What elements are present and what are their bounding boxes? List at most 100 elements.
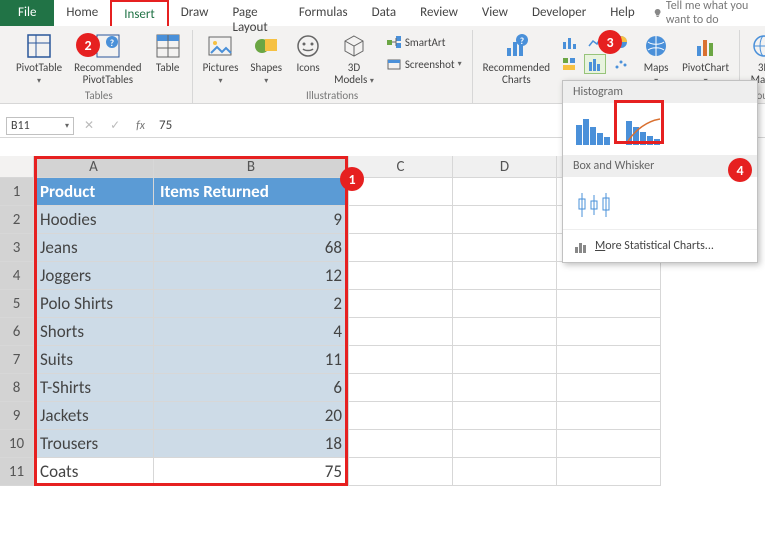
smartart-button[interactable]: SmartArt <box>382 32 466 52</box>
table-button[interactable]: Table <box>150 30 186 76</box>
col-header-d[interactable]: D <box>453 156 557 178</box>
row-header[interactable]: 3 <box>0 234 34 262</box>
tab-developer[interactable]: Developer <box>520 0 598 26</box>
row-header[interactable]: 6 <box>0 318 34 346</box>
tab-data[interactable]: Data <box>360 0 409 26</box>
tab-review[interactable]: Review <box>408 0 470 26</box>
column-chart-button[interactable] <box>558 32 580 52</box>
cell[interactable]: 6 <box>154 374 349 402</box>
cell[interactable] <box>349 318 453 346</box>
cell[interactable]: Coats <box>34 458 154 486</box>
cell[interactable] <box>349 402 453 430</box>
cell[interactable] <box>349 346 453 374</box>
cell[interactable] <box>557 262 661 290</box>
cell[interactable]: Shorts <box>34 318 154 346</box>
col-header-a[interactable]: A <box>34 156 154 178</box>
tab-draw[interactable]: Draw <box>169 0 221 26</box>
cell[interactable] <box>557 318 661 346</box>
cell[interactable]: 12 <box>154 262 349 290</box>
histogram-option[interactable] <box>573 111 615 147</box>
row-header[interactable]: 7 <box>0 346 34 374</box>
cell[interactable] <box>453 206 557 234</box>
row-header[interactable]: 2 <box>0 206 34 234</box>
cell[interactable] <box>349 234 453 262</box>
cell[interactable] <box>453 290 557 318</box>
cell[interactable] <box>557 290 661 318</box>
cell[interactable]: Polo Shirts <box>34 290 154 318</box>
cell[interactable]: 2 <box>154 290 349 318</box>
cell[interactable] <box>349 430 453 458</box>
3d-models-button[interactable]: 3D Models ▾ <box>330 30 378 89</box>
tab-page-layout[interactable]: Page Layout <box>220 0 286 26</box>
cell[interactable]: 9 <box>154 206 349 234</box>
more-statistical-charts[interactable]: More Statistical Charts... <box>563 229 757 262</box>
row-header[interactable]: 4 <box>0 262 34 290</box>
cell[interactable] <box>453 458 557 486</box>
icons-button[interactable]: Icons <box>290 30 326 76</box>
recommended-pivottables-button[interactable]: ? Recommended PivotTables <box>70 30 145 88</box>
cell[interactable]: 4 <box>154 318 349 346</box>
cell[interactable] <box>453 430 557 458</box>
cell[interactable]: Joggers <box>34 262 154 290</box>
cell[interactable] <box>349 290 453 318</box>
pivottable-button[interactable]: PivotTable▾ <box>12 30 66 89</box>
statistic-chart-button[interactable] <box>584 54 606 74</box>
cell[interactable] <box>453 402 557 430</box>
cell[interactable] <box>453 234 557 262</box>
cell[interactable]: 68 <box>154 234 349 262</box>
screenshot-button[interactable]: Screenshot ▾ <box>382 54 466 74</box>
cell[interactable]: Trousers <box>34 430 154 458</box>
name-box[interactable]: B11▾ <box>6 117 74 135</box>
cell[interactable] <box>453 178 557 206</box>
cell[interactable] <box>453 318 557 346</box>
cell[interactable] <box>349 178 453 206</box>
tell-me[interactable]: Tell me what you want to do <box>647 0 765 26</box>
recommended-charts-button[interactable]: ? Recommended Charts <box>479 30 554 88</box>
cell[interactable]: Hoodies <box>34 206 154 234</box>
col-header-b[interactable]: B <box>154 156 349 178</box>
fx-icon[interactable]: fx <box>130 119 151 133</box>
row-header[interactable]: 8 <box>0 374 34 402</box>
tab-insert[interactable]: Insert <box>110 0 169 26</box>
tab-view[interactable]: View <box>470 0 520 26</box>
cancel-icon[interactable]: ✕ <box>78 118 100 133</box>
cell[interactable]: 18 <box>154 430 349 458</box>
line-chart-button[interactable] <box>584 32 606 52</box>
cell[interactable] <box>557 430 661 458</box>
hierarchy-chart-button[interactable] <box>558 54 580 74</box>
cell[interactable]: Product <box>34 178 154 206</box>
cell[interactable] <box>349 206 453 234</box>
cell[interactable] <box>453 346 557 374</box>
row-header[interactable]: 11 <box>0 458 34 486</box>
cell[interactable] <box>349 262 453 290</box>
row-header[interactable]: 10 <box>0 430 34 458</box>
cell[interactable]: T-Shirts <box>34 374 154 402</box>
pictures-button[interactable]: Pictures▾ <box>199 30 243 89</box>
row-header[interactable]: 5 <box>0 290 34 318</box>
box-whisker-option[interactable] <box>573 185 615 221</box>
pie-chart-button[interactable] <box>610 32 632 52</box>
tab-help[interactable]: Help <box>598 0 646 26</box>
tab-home[interactable]: Home <box>54 0 110 26</box>
row-header[interactable]: 9 <box>0 402 34 430</box>
shapes-button[interactable]: Shapes▾ <box>246 30 286 89</box>
enter-icon[interactable]: ✓ <box>104 118 126 133</box>
cell[interactable] <box>557 402 661 430</box>
cell[interactable] <box>557 374 661 402</box>
cell[interactable] <box>349 458 453 486</box>
cell[interactable]: Jeans <box>34 234 154 262</box>
pareto-option[interactable] <box>623 111 665 147</box>
row-header[interactable]: 1 <box>0 178 34 206</box>
scatter-chart-button[interactable] <box>610 54 632 74</box>
cell[interactable]: 20 <box>154 402 349 430</box>
cell[interactable] <box>453 374 557 402</box>
tab-formulas[interactable]: Formulas <box>287 0 360 26</box>
cell[interactable] <box>557 346 661 374</box>
cell[interactable]: Jackets <box>34 402 154 430</box>
cell[interactable]: 75 <box>154 458 349 486</box>
col-header-c[interactable]: C <box>349 156 453 178</box>
cell[interactable]: Items Returned <box>154 178 349 206</box>
cell[interactable] <box>453 262 557 290</box>
cell[interactable] <box>349 374 453 402</box>
cell[interactable] <box>557 458 661 486</box>
